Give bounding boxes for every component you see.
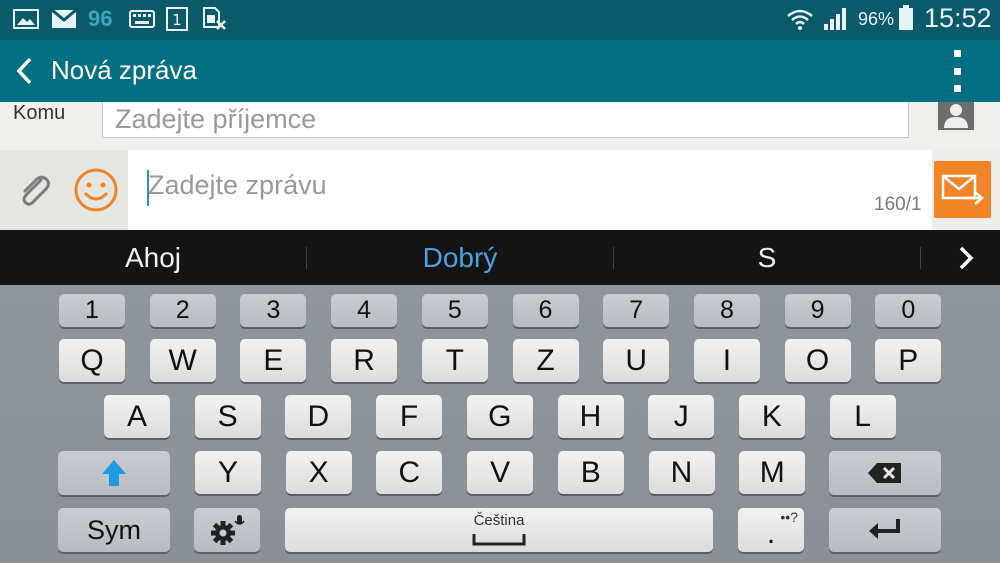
keyboard-icon bbox=[128, 7, 156, 31]
recipient-label: Komu bbox=[13, 102, 66, 124]
letter-key-i[interactable]: I bbox=[693, 339, 760, 382]
number-key-9[interactable]: 9 bbox=[784, 294, 851, 327]
letter-key-y[interactable]: Y bbox=[195, 451, 261, 494]
image-icon bbox=[12, 7, 40, 31]
recipient-input[interactable] bbox=[102, 102, 909, 138]
keyboard: 1234567890 QWERTZUIOP ASDFGHJKL YXCVBNM … bbox=[0, 285, 1000, 563]
suggestion-bar: Ahoj Dobrý S bbox=[0, 230, 1000, 285]
divider bbox=[920, 247, 921, 269]
smiley-icon bbox=[74, 168, 118, 212]
letter-key-f[interactable]: F bbox=[376, 395, 443, 438]
compose-tools bbox=[0, 150, 128, 230]
suggestion-item[interactable]: S bbox=[614, 230, 920, 285]
sym-key[interactable]: Sym bbox=[58, 508, 170, 552]
suggestion-item[interactable]: Ahoj bbox=[0, 230, 306, 285]
attach-button[interactable] bbox=[14, 170, 54, 210]
letter-key-q[interactable]: Q bbox=[59, 339, 125, 382]
message-input[interactable]: Zadejte zprávu bbox=[148, 170, 327, 201]
number-key-2[interactable]: 2 bbox=[149, 294, 216, 327]
more-suggestions-button[interactable] bbox=[950, 240, 982, 276]
shift-key[interactable] bbox=[58, 451, 170, 495]
period-key-label: . bbox=[766, 517, 776, 550]
shift-arrow-icon bbox=[102, 460, 126, 486]
number-key-1[interactable]: 1 bbox=[59, 294, 125, 327]
language-label: Čeština bbox=[473, 512, 525, 529]
settings-voice-key[interactable] bbox=[194, 508, 260, 552]
send-mail-icon bbox=[941, 174, 984, 205]
chevron-right-icon bbox=[959, 246, 974, 270]
number-key-7[interactable]: 7 bbox=[603, 294, 670, 327]
overflow-menu-button[interactable] bbox=[944, 50, 970, 92]
letter-key-w[interactable]: W bbox=[149, 339, 216, 382]
letter-key-x[interactable]: X bbox=[285, 451, 352, 494]
letter-key-k[interactable]: K bbox=[738, 395, 805, 438]
letter-key-s[interactable]: S bbox=[194, 395, 261, 438]
battery-percent: 96% bbox=[858, 9, 895, 29]
sim-1-icon: 1 bbox=[164, 7, 190, 31]
menu-dot-icon bbox=[953, 50, 961, 57]
letter-key-c[interactable]: C bbox=[376, 451, 443, 494]
gmail-icon bbox=[50, 7, 78, 31]
letter-key-o[interactable]: O bbox=[784, 339, 851, 382]
suggestion-item-active[interactable]: Dobrý bbox=[307, 230, 613, 285]
backspace-icon bbox=[868, 463, 901, 483]
notification-count: 96 bbox=[88, 6, 113, 31]
emoji-button[interactable] bbox=[73, 167, 119, 213]
status-bar: 96 1 96% 15:52 bbox=[0, 0, 1000, 40]
gear-icon bbox=[211, 515, 245, 545]
number-key-0[interactable]: 0 bbox=[875, 294, 942, 327]
number-key-6[interactable]: 6 bbox=[512, 294, 579, 327]
backspace-key[interactable] bbox=[829, 451, 941, 495]
menu-dot-icon bbox=[953, 67, 961, 75]
letter-key-v[interactable]: V bbox=[467, 451, 534, 494]
number-key-3[interactable]: 3 bbox=[240, 294, 307, 327]
letter-key-z[interactable]: Z bbox=[512, 339, 579, 382]
page-title: Nová zpráva bbox=[51, 55, 197, 85]
menu-dot-icon bbox=[953, 85, 961, 92]
back-button[interactable] bbox=[12, 55, 38, 87]
letter-key-e[interactable]: E bbox=[240, 339, 307, 382]
letter-key-m[interactable]: M bbox=[739, 451, 806, 494]
letter-key-a[interactable]: A bbox=[104, 395, 170, 438]
battery-icon bbox=[896, 5, 916, 30]
clock: 15:52 bbox=[924, 3, 992, 33]
letter-key-b[interactable]: B bbox=[557, 451, 624, 494]
contact-picker-button[interactable] bbox=[938, 102, 974, 130]
space-bar-icon bbox=[472, 534, 526, 546]
no-sim-icon bbox=[200, 7, 228, 31]
letter-key-g[interactable]: G bbox=[466, 395, 533, 438]
chevron-left-icon bbox=[16, 57, 32, 85]
letter-key-p[interactable]: P bbox=[875, 339, 942, 382]
app-bar: Nová zpráva bbox=[0, 40, 1000, 102]
signal-icon bbox=[821, 7, 849, 31]
period-key[interactable]: ••? . bbox=[738, 508, 804, 552]
recipient-row: Komu bbox=[0, 102, 1000, 150]
compose-row: Zadejte zprávu 160/1 bbox=[0, 150, 1000, 230]
letter-key-j[interactable]: J bbox=[648, 395, 715, 438]
letter-key-d[interactable]: D bbox=[285, 395, 352, 438]
letter-key-l[interactable]: L bbox=[829, 395, 896, 438]
letter-key-t[interactable]: T bbox=[421, 339, 488, 382]
character-counter: 160/1 bbox=[874, 194, 922, 215]
letter-key-n[interactable]: N bbox=[648, 451, 715, 494]
letter-key-r[interactable]: R bbox=[331, 339, 398, 382]
number-key-8[interactable]: 8 bbox=[693, 294, 760, 327]
enter-key[interactable] bbox=[829, 508, 941, 552]
letter-key-h[interactable]: H bbox=[557, 395, 624, 438]
svg-text:1: 1 bbox=[172, 11, 182, 29]
number-key-4[interactable]: 4 bbox=[331, 294, 398, 327]
send-button[interactable] bbox=[934, 161, 991, 218]
contact-icon bbox=[938, 102, 974, 130]
period-key-hint: ••? bbox=[780, 509, 798, 525]
number-key-5[interactable]: 5 bbox=[421, 294, 488, 327]
wifi-icon bbox=[786, 7, 814, 31]
letter-key-u[interactable]: U bbox=[603, 339, 670, 382]
space-key[interactable]: Čeština bbox=[285, 508, 713, 552]
paperclip-icon bbox=[22, 175, 50, 206]
enter-arrow-icon bbox=[869, 519, 900, 539]
